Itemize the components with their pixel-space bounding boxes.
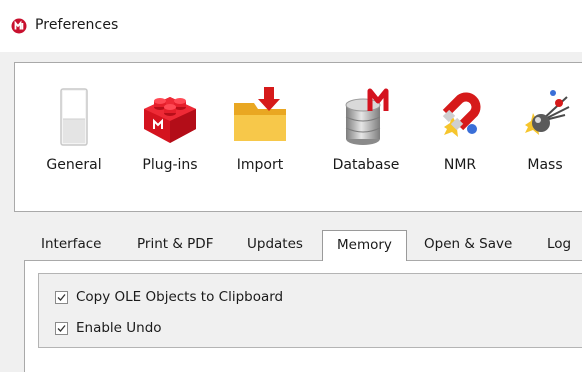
nmr-magnet-icon — [442, 92, 481, 137]
tab-bar: Interface Print & PDF Updates Memory Ope… — [24, 230, 582, 261]
tab-open-save[interactable]: Open & Save — [424, 236, 512, 252]
import-folder-icon — [234, 87, 286, 141]
memory-options-group: Copy OLE Objects to Clipboard Enable Und… — [38, 273, 582, 348]
toolbar-label-database: Database — [332, 157, 400, 173]
toolbar-item-database[interactable]: Database — [314, 63, 418, 213]
window-title: Preferences — [35, 17, 119, 33]
toolbar-label-nmr: NMR — [443, 157, 477, 173]
toolbar-label-plugins: Plug-ins — [142, 157, 198, 173]
general-switch-icon — [60, 88, 88, 146]
plugins-brick-icon — [144, 97, 196, 143]
copy-ole-label: Copy OLE Objects to Clipboard — [76, 289, 284, 305]
title-bar: Preferences — [0, 0, 582, 52]
mestrenova-app-icon — [11, 18, 27, 34]
tab-memory[interactable]: Memory — [322, 230, 407, 261]
checkmark-icon — [57, 293, 66, 301]
copy-ole-checkbox[interactable] — [55, 290, 68, 304]
checkmark-icon — [57, 324, 66, 332]
mass-molecule-icon — [525, 90, 570, 135]
tab-print-pdf[interactable]: Print & PDF — [137, 236, 213, 252]
toolbar-label-import: Import — [236, 157, 284, 173]
tab-log[interactable]: Log — [547, 236, 571, 252]
toolbar-label-mass: Mass — [527, 157, 563, 173]
toolbar-item-nmr[interactable]: NMR — [420, 63, 500, 213]
database-icon — [345, 88, 389, 145]
category-toolbar: General Plug-ins Import Database NMR Mas… — [14, 62, 582, 212]
memory-tab-panel: Copy OLE Objects to Clipboard Enable Und… — [24, 260, 582, 372]
enable-undo-option[interactable]: Enable Undo — [55, 319, 162, 337]
toolbar-label-general: General — [46, 157, 102, 173]
toolbar-item-general[interactable]: General — [15, 63, 133, 213]
toolbar-item-plugins[interactable]: Plug-ins — [118, 63, 222, 213]
enable-undo-checkbox[interactable] — [55, 321, 68, 335]
toolbar-item-mass[interactable]: Mass — [505, 63, 582, 213]
preferences-body: General Plug-ins Import Database NMR Mas… — [0, 52, 582, 372]
tab-interface[interactable]: Interface — [41, 236, 101, 252]
enable-undo-label: Enable Undo — [76, 320, 162, 336]
tab-updates[interactable]: Updates — [247, 236, 303, 252]
toolbar-item-import[interactable]: Import — [210, 63, 310, 213]
copy-ole-option[interactable]: Copy OLE Objects to Clipboard — [55, 288, 283, 306]
